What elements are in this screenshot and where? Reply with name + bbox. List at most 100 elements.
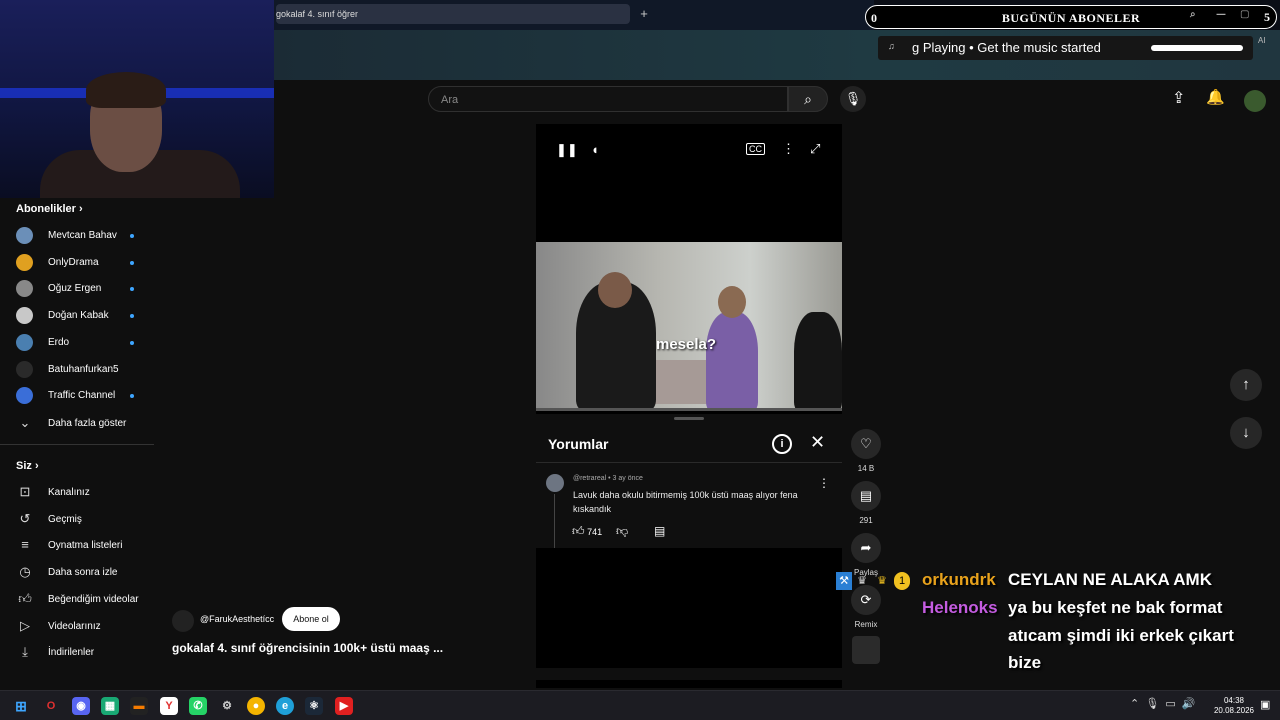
search-button[interactable]: ⌕ (788, 86, 828, 112)
new-tab-button[interactable]: + (636, 6, 652, 22)
voice-search-button[interactable]: 🎙 (840, 86, 866, 112)
download-icon: ⤓ (22, 644, 28, 660)
show-more-button[interactable]: ⌄ Daha fazla göster (16, 414, 154, 434)
video-icon: ▷ (20, 617, 30, 633)
media-player-icon[interactable]: ▶ (335, 697, 353, 715)
remix-label: Remix (854, 620, 878, 629)
share-icon: ➦ (860, 540, 872, 555)
windows-start-icon[interactable]: ⊞ (12, 697, 30, 715)
sidebar-you-item[interactable]: ◷ Daha sonra izle (16, 563, 154, 583)
search-input[interactable]: Ara (428, 86, 788, 112)
subscribe-button[interactable]: Abone ol (282, 607, 340, 631)
person-middle (706, 312, 758, 410)
sidebar-item-label: Mevtcan Bahav (48, 230, 117, 241)
notifications-icon[interactable]: ▣ (1260, 698, 1270, 711)
yandex-icon[interactable]: Y (160, 697, 178, 715)
clock-icon: ◷ (19, 564, 31, 580)
new-content-dot (130, 287, 134, 292)
sidebar-channel-item[interactable]: Traffic Channel (16, 386, 154, 406)
thumbs-up-icon: 👍︎ (572, 524, 585, 538)
sidebar-channel-item[interactable]: Oğuz Ergen (16, 279, 154, 299)
heart-icon: ♡ (860, 436, 872, 451)
more-vertical-icon[interactable]: ⋮ (782, 141, 795, 157)
sidebar-channel-item[interactable]: Mevtcan Bahav (16, 226, 154, 246)
crown-badge-icon: ♛ (857, 575, 867, 587)
comment-like-button[interactable]: 👍︎ 741 (572, 524, 602, 539)
sidebar-channel-item[interactable]: Doğan Kabak (16, 306, 154, 326)
channel-name[interactable]: @FarukAesthetícc (200, 614, 274, 624)
ai-label: AI (1258, 36, 1266, 45)
close-icon[interactable]: ✕ (810, 432, 825, 453)
comment-more-icon[interactable]: ⋮ (818, 476, 830, 490)
comments-button[interactable]: ▤ (851, 481, 881, 511)
sidebar-channel-item[interactable]: OnlyDrama (16, 253, 154, 273)
comment-thread-line (554, 494, 555, 548)
channel-avatar-icon (16, 387, 33, 405)
comment-count: 291 (859, 516, 873, 525)
fullscreen-icon[interactable]: ⤢ (810, 141, 820, 157)
next-video-button[interactable]: ↓ (1230, 417, 1262, 449)
search-icon: ⌕ (804, 91, 812, 107)
subscriptions-heading[interactable]: Abonelikler › (16, 203, 83, 215)
sidebar-item-label: Doğan Kabak (48, 310, 109, 322)
pause-icon[interactable]: ❚❚ (556, 142, 578, 158)
sidebar-item-label: OnlyDrama (48, 256, 99, 268)
info-icon[interactable]: i (772, 434, 792, 454)
comment-avatar[interactable] (546, 474, 564, 492)
sidebar-channel-item[interactable]: Erdo (16, 333, 154, 353)
sidebar-you-item[interactable]: ↺ Geçmiş (16, 510, 154, 530)
sidebar-you-item[interactable]: ≡ Oynatma listeleri (16, 536, 154, 556)
sidebar-you-item[interactable]: ⊡ Kanalınız (16, 483, 154, 503)
sidebar-channel-item[interactable]: Batuhanfurkan5 (16, 360, 154, 380)
sidebar-you-item[interactable]: 👍︎ Beğendiğim videolar (16, 590, 154, 610)
app-icon[interactable]: ▦ (101, 697, 119, 715)
new-content-dot (130, 394, 134, 399)
new-content-dot (130, 260, 134, 265)
thumbs-down-icon[interactable]: 👎︎ (616, 524, 628, 539)
upload-icon[interactable]: ⇪ (1172, 88, 1185, 108)
whatsapp-icon[interactable]: ✆ (189, 697, 207, 715)
sidebar-you-item[interactable]: ⤓ İndirilenler (16, 643, 154, 663)
like-button[interactable]: ♡ (851, 429, 881, 459)
opera-icon[interactable]: O (42, 697, 60, 715)
minimize-icon: — (1216, 9, 1226, 20)
like-count: 14 B (857, 464, 875, 473)
notifications-bell-icon[interactable]: 🔔 (1206, 88, 1225, 106)
channel-avatar-icon (16, 280, 33, 298)
captions-icon[interactable]: CC (746, 143, 765, 155)
channel-avatar[interactable] (172, 610, 194, 632)
subs-title: BUGÜNÜN ABONELER (1001, 11, 1141, 25)
comment-author[interactable]: @retrareal • 3 ay önce (573, 475, 643, 482)
sound-thumbnail[interactable] (852, 636, 880, 664)
video-progress-bar[interactable] (536, 408, 842, 411)
person-middle-head (718, 286, 746, 318)
system-tray[interactable]: ⌃ 🎙 ▭ 🔊 (1130, 697, 1196, 710)
chrome-icon[interactable]: ● (247, 697, 265, 715)
volume-icon[interactable]: ◖ (591, 142, 599, 157)
drag-handle[interactable] (674, 417, 704, 420)
clock-time: 04:38 (1223, 696, 1245, 705)
playlist-icon: ≡ (21, 537, 29, 553)
steam-icon[interactable]: ⚛ (305, 697, 323, 715)
chat-badges: ⚒ ♛ ♛ 1 (836, 572, 912, 592)
video-title[interactable]: gokalaf 4. sınıf öğrencisinin 100k+ üstü… (172, 641, 443, 655)
arrow-up-icon: ↑ (1242, 376, 1250, 393)
sidebar-item-label: İndirilenler (48, 647, 95, 659)
settings-gear-icon[interactable]: ⚙ (218, 697, 236, 715)
share-button[interactable]: ➦ (851, 533, 881, 563)
sidebar-item-label: Videolarınız (48, 620, 101, 632)
you-heading[interactable]: Siz › (16, 460, 39, 472)
avatar[interactable] (1244, 90, 1266, 112)
taskbar-clock[interactable]: 04:38 20.08.2026 (1212, 696, 1256, 716)
channel-icon: ⊡ (19, 484, 31, 499)
sidebar-you-item[interactable]: ▷ Videolarınız (16, 617, 154, 637)
edge-icon[interactable]: e (276, 697, 294, 715)
sidebar-item-label: Batuhanfurkan5 (48, 363, 119, 375)
reply-icon[interactable]: ▤ (654, 524, 665, 538)
hammer-badge-icon: ⚒ (836, 572, 852, 590)
discord-icon[interactable]: ◉ (72, 697, 90, 715)
previous-video-button[interactable]: ↑ (1230, 369, 1262, 401)
browser-tab[interactable]: gokalaf 4. sınıf öğrenci (276, 4, 630, 24)
new-content-dot (130, 340, 134, 345)
obs-icon[interactable]: ▬ (130, 697, 148, 715)
